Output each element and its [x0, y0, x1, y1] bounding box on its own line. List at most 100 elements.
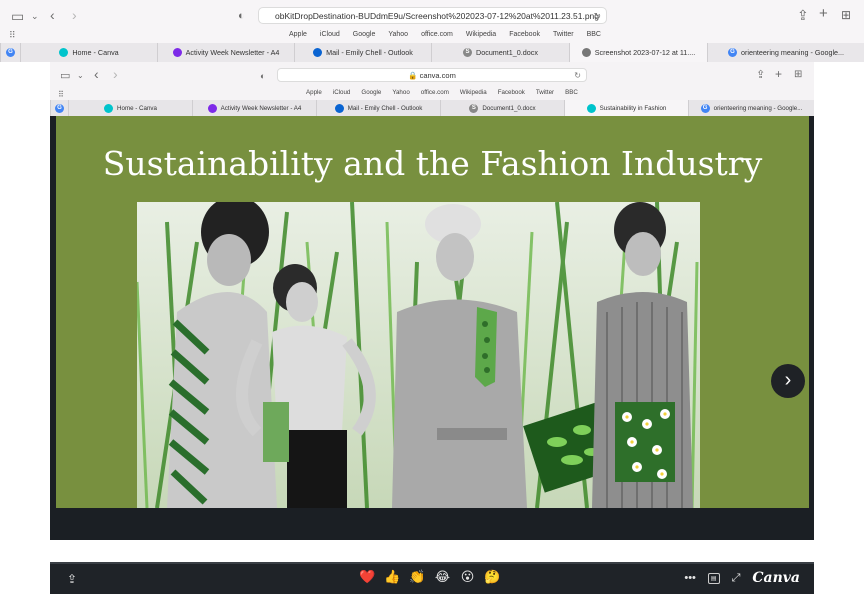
safari-icon [581, 48, 591, 57]
presentation-viewer: Sustainability and the Fashion Industry [50, 116, 814, 594]
clap-reaction[interactable]: 👏 [409, 569, 426, 585]
canva-logo: Canva [752, 570, 800, 586]
share-icon[interactable]: ⇪ [67, 572, 77, 586]
favorite-facebook[interactable]: Facebook [498, 89, 525, 96]
sidebar-icon: ▭ [60, 70, 71, 82]
tab-label: Sustainability in Fashion [599, 104, 667, 112]
thumbs-up-reaction[interactable]: 👍 [384, 569, 401, 585]
lock-icon: 🔒 [408, 71, 418, 80]
favorite-wikipedia[interactable]: Wikipedia [460, 89, 487, 96]
tab-5[interactable]: Screenshot 2023-07-12 at 11.... [569, 43, 707, 62]
favorite-twitter[interactable]: Twitter [536, 89, 554, 96]
inner-toolbar: ▭ ⌄ ‹ › ◐ 🔒 canva.com ↻ ⇪ + ⊞ [50, 62, 814, 88]
share-icon[interactable]: ⇪ [797, 8, 809, 22]
favorites-bar: ⠿ Apple iCloud Google Yahoo office.com Wikipe… [0, 30, 864, 43]
tab-label: Activity Week Newsletter - A4 [220, 104, 302, 112]
tab-3[interactable]: Mail - Emily Chell - Outlook [316, 100, 440, 116]
tab-5[interactable]: Sustainability in Fashion [564, 100, 688, 116]
favorite-wikipedia[interactable]: Wikipedia [466, 31, 496, 38]
tab-6[interactable]: Gorienteering meaning - Google... [688, 100, 814, 116]
canva-icon [586, 103, 596, 113]
outlook-icon [334, 103, 344, 113]
sidebar-icon[interactable]: ▭ [11, 9, 24, 23]
canva-icon [104, 103, 114, 113]
surprised-reaction[interactable]: 😮 [459, 569, 476, 585]
canva-icon [59, 48, 69, 57]
chevron-down-icon[interactable]: ⌄ [31, 9, 39, 23]
google-icon: G [700, 103, 710, 113]
tab-1[interactable]: Home - Canva [20, 43, 157, 62]
tab-2[interactable]: Activity Week Newsletter - A4 [157, 43, 294, 62]
canva-icon [207, 103, 217, 113]
tab-label: orienteering meaning - Google... [740, 48, 845, 57]
tab-0[interactable]: G [0, 43, 20, 62]
favorite-office-com[interactable]: office.com [421, 31, 453, 38]
forward-icon[interactable]: › [72, 8, 77, 22]
inner-address-text: canva.com [419, 71, 456, 80]
favorite-google[interactable]: Google [361, 89, 381, 96]
grid-icon[interactable]: ⠿ [9, 30, 16, 41]
favorites-list: Apple iCloud Google Yahoo office.com Wikipedi… [289, 31, 601, 38]
slide-title: Sustainability and the Fashion Industry [102, 144, 763, 183]
thinking-reaction[interactable]: 🤔 [484, 569, 501, 585]
fashion-collage-image [137, 202, 700, 508]
new-tab-icon: + [775, 67, 783, 81]
heart-reaction[interactable]: ❤️ [359, 569, 376, 585]
slide: Sustainability and the Fashion Industry [56, 116, 809, 508]
laugh-reaction[interactable]: 😂 [434, 569, 451, 585]
forward-icon: › [113, 66, 118, 82]
tab-label: Home - Canva [117, 104, 157, 112]
more-options-icon[interactable]: ••• [684, 572, 696, 584]
next-slide-button[interactable]: › [771, 364, 805, 398]
shield-icon[interactable]: ◐ [238, 9, 245, 23]
tab-4[interactable]: S Document1_0.docx [431, 43, 569, 62]
tab-overview-icon[interactable]: ⊞ [841, 8, 851, 22]
outlook-icon [313, 48, 323, 57]
chevron-down-icon: ⌄ [77, 71, 84, 80]
favorite-icloud[interactable]: iCloud [333, 89, 351, 96]
new-tab-icon[interactable]: + [819, 6, 828, 21]
favorite-google[interactable]: Google [353, 31, 376, 38]
inner-favorites-bar: ⠿ Apple iCloud Google Yahoo office.com Wikipe… [50, 88, 814, 100]
tab-4[interactable]: S Document1_0.docx [440, 100, 564, 116]
tab-3[interactable]: Mail - Emily Chell - Outlook [294, 43, 431, 62]
address-text: obKitDropDestination-BUDdmE9u/Screenshot… [275, 11, 599, 21]
address-bar[interactable]: obKitDropDestination-BUDdmE9u/Screenshot… [258, 7, 607, 24]
tab-overview-icon: ⊞ [794, 69, 803, 80]
favorite-facebook[interactable]: Facebook [509, 31, 540, 38]
tab-label: Document1_0.docx [476, 48, 538, 57]
favorite-office-com[interactable]: office.com [421, 89, 449, 96]
favorite-apple[interactable]: Apple [306, 89, 322, 96]
tab-2[interactable]: Activity Week Newsletter - A4 [192, 100, 316, 116]
favorite-twitter[interactable]: Twitter [553, 31, 574, 38]
favorite-yahoo[interactable]: Yahoo [388, 31, 408, 38]
google-icon: G [6, 48, 15, 57]
reload-icon: ↻ [574, 71, 581, 80]
tab-6[interactable]: Gorienteering meaning - Google... [707, 43, 864, 62]
tab-1[interactable]: Home - Canva [68, 100, 192, 116]
favorite-icloud[interactable]: iCloud [320, 31, 340, 38]
inner-address-bar: 🔒 canva.com ↻ [277, 68, 587, 82]
favorite-yahoo[interactable]: Yahoo [392, 89, 409, 96]
document-icon: S [469, 103, 479, 113]
document-icon: S [463, 48, 473, 57]
favorite-bbc[interactable]: BBC [587, 31, 601, 38]
tab-label: Screenshot 2023-07-12 at 11.... [594, 48, 696, 57]
back-icon[interactable]: ‹ [50, 8, 55, 22]
collage-graphic [137, 202, 700, 508]
tab-0[interactable]: G [50, 100, 68, 116]
favorite-bbc[interactable]: BBC [565, 89, 578, 96]
favorite-apple[interactable]: Apple [289, 31, 307, 38]
reaction-bar: ❤️ 👍 👏 😂 😮 🤔 [359, 569, 501, 585]
tab-label: Document1_0.docx [482, 104, 536, 112]
tab-label: Home - Canva [72, 48, 119, 57]
screenshot-content: ▭ ⌄ ‹ › ◐ 🔒 canva.com ↻ ⇪ + ⊞ ⠿ Apple iCl… [50, 62, 814, 594]
reload-icon[interactable]: ↻ [593, 8, 601, 23]
back-icon: ‹ [94, 66, 99, 82]
fullscreen-icon[interactable]: ⤢ [732, 572, 741, 585]
notes-icon[interactable]: ▤ [707, 572, 720, 584]
google-icon: G [55, 103, 64, 113]
share-icon: ⇪ [756, 69, 766, 81]
inner-favorites-list: Apple iCloud Google Yahoo office.com Wikipedi… [306, 89, 578, 96]
tab-label: Mail - Emily Chell - Outlook [326, 48, 413, 57]
